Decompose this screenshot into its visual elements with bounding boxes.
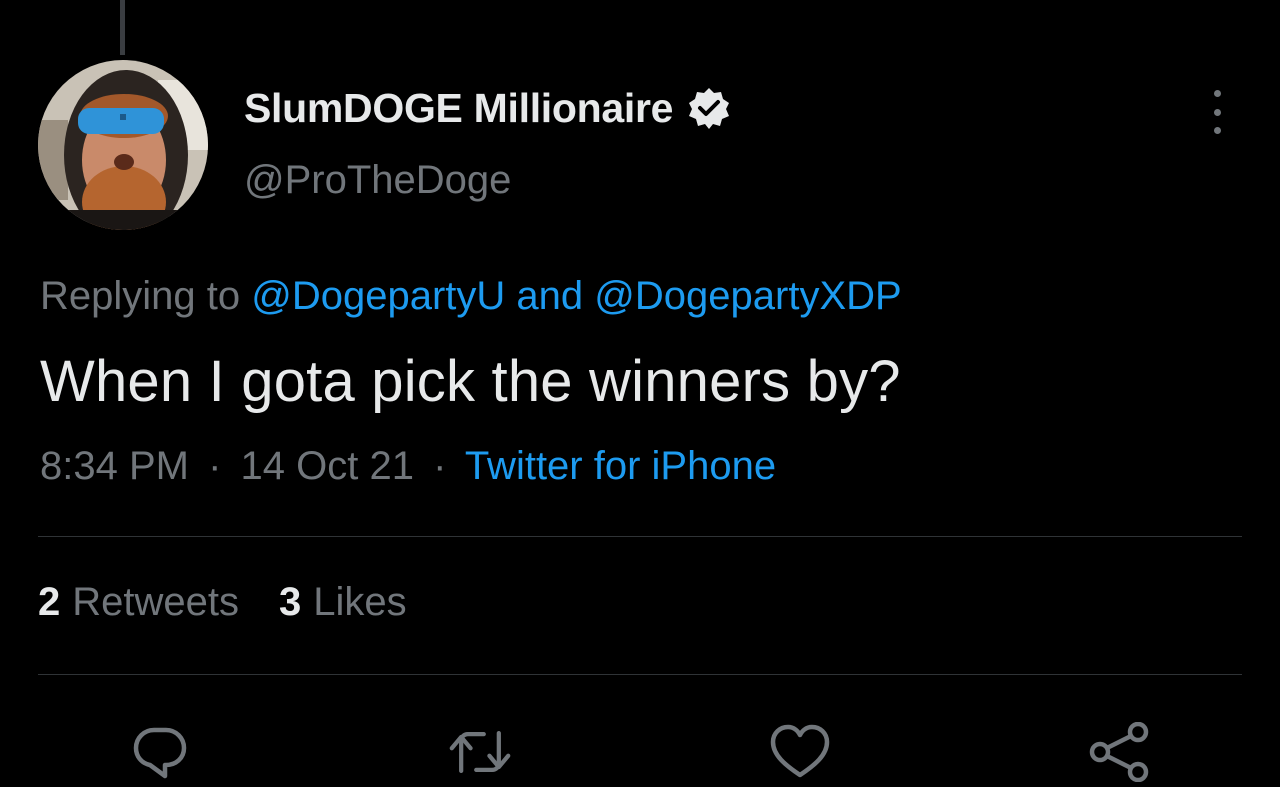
engagement-stats: 2 Retweets 3 Likes	[38, 580, 407, 625]
retweet-button[interactable]	[448, 720, 512, 784]
share-button[interactable]	[1088, 720, 1152, 784]
separator: ·	[208, 444, 222, 488]
display-name[interactable]: SlumDOGE Millionaire	[244, 85, 673, 132]
replying-user-link[interactable]: @DogepartyU	[251, 274, 505, 318]
handle[interactable]: @ProTheDoge	[244, 158, 511, 203]
thread-connector-line	[120, 0, 125, 55]
retweets-label: Retweets	[72, 580, 239, 624]
like-button[interactable]	[768, 720, 832, 784]
reply-icon	[133, 727, 187, 779]
share-icon	[1089, 722, 1149, 782]
retweet-icon	[449, 731, 511, 773]
replying-to: Replying to @DogepartyU and @DogepartyXD…	[40, 274, 902, 319]
display-name-row: SlumDOGE Millionaire	[244, 80, 731, 136]
tweet-time[interactable]: 8:34 PM	[40, 444, 189, 488]
tweet-source[interactable]: Twitter for iPhone	[465, 444, 776, 488]
tweet-text: When I gota pick the winners by?	[40, 349, 901, 414]
divider	[38, 536, 1242, 537]
more-options-icon[interactable]	[1200, 90, 1234, 134]
replying-user-link[interactable]: @DogepartyXDP	[594, 274, 901, 318]
likes-stat[interactable]: 3 Likes	[279, 580, 407, 625]
tweet-metadata: 8:34 PM · 14 Oct 21 · Twitter for iPhone	[40, 444, 776, 489]
divider	[38, 674, 1242, 675]
likes-count: 3	[279, 580, 302, 624]
replying-prefix: Replying to	[40, 274, 241, 318]
retweets-stat[interactable]: 2 Retweets	[38, 580, 239, 625]
avatar[interactable]	[38, 60, 208, 230]
heart-icon	[770, 724, 830, 778]
retweets-count: 2	[38, 580, 61, 624]
reply-button[interactable]	[128, 720, 192, 784]
likes-label: Likes	[313, 580, 407, 624]
tweet-date[interactable]: 14 Oct 21	[241, 444, 414, 488]
replying-and: and	[516, 274, 584, 318]
separator: ·	[433, 444, 447, 488]
verified-badge-icon	[687, 86, 731, 130]
